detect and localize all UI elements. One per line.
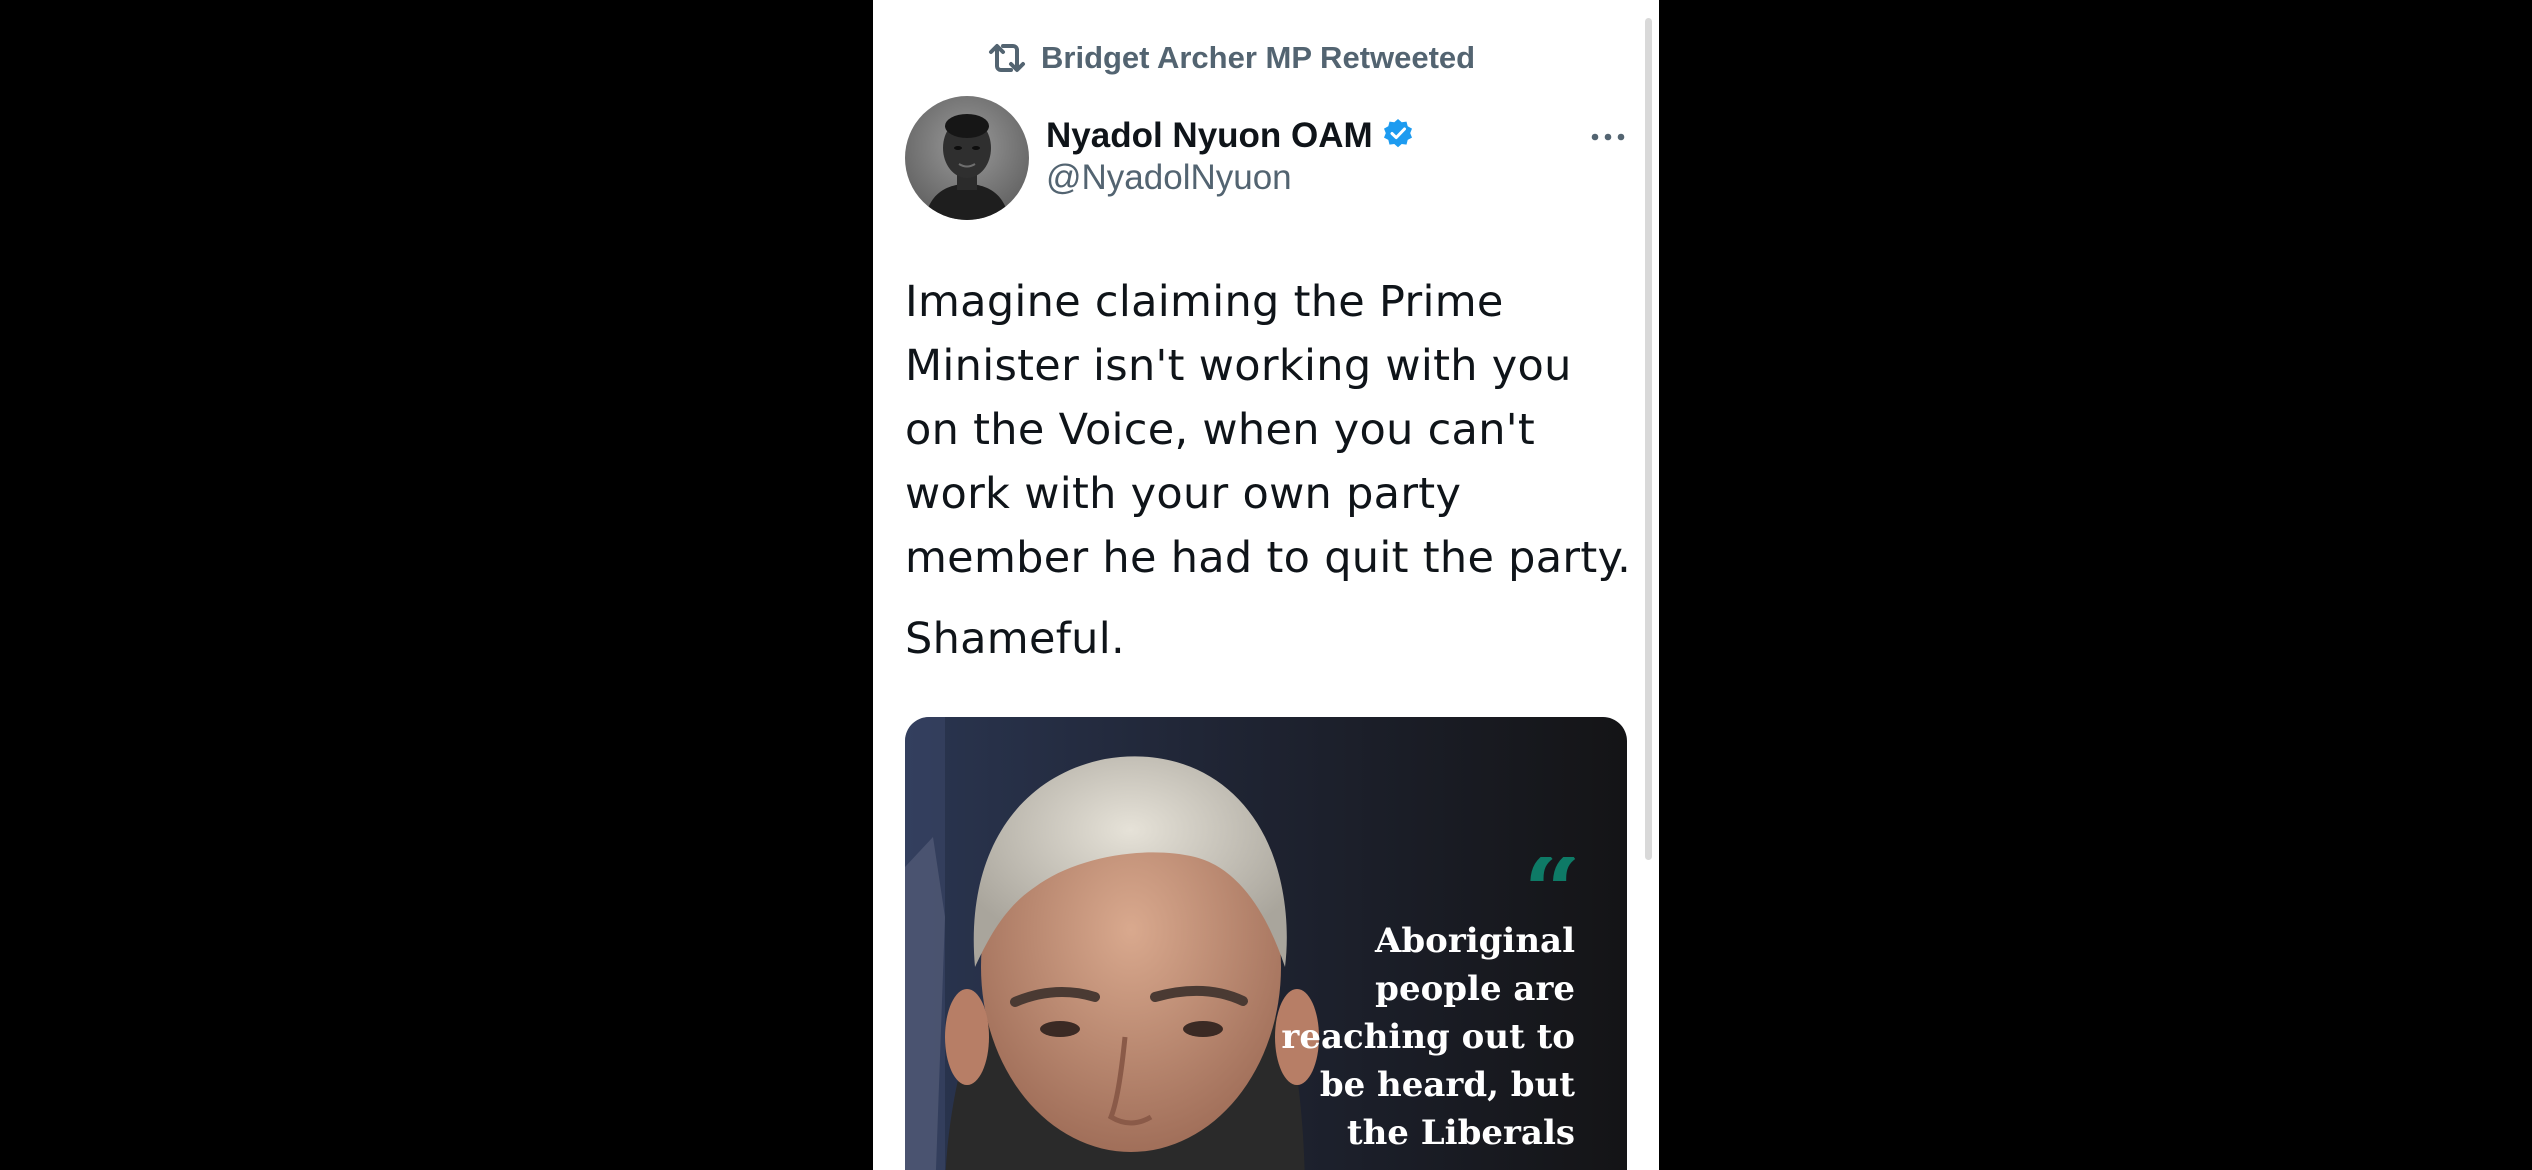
avatar[interactable] xyxy=(905,96,1029,220)
quote-line: Aboriginal xyxy=(1374,921,1575,961)
author-name[interactable]: Nyadol Nyuon OAM xyxy=(1046,116,1373,156)
tweet-text: Imagine claiming the Prime Minister isn'… xyxy=(905,270,1635,671)
quote-line: reaching out to xyxy=(1281,1017,1575,1057)
verified-badge-icon xyxy=(1382,118,1414,155)
author-handle[interactable]: @NyadolNyuon xyxy=(1046,158,1292,198)
media-quote: “ Aboriginal people are reaching out to … xyxy=(1281,857,1575,1157)
retweet-context[interactable]: Bridget Archer MP Retweeted xyxy=(987,38,1475,78)
tweet-media-image[interactable]: “ Aboriginal people are reaching out to … xyxy=(905,717,1627,1170)
tweet-paragraph: Shameful. xyxy=(905,614,1125,664)
more-options-icon xyxy=(1591,128,1625,146)
quote-line: be heard, but xyxy=(1319,1065,1575,1105)
screen: Bridget Archer MP Retweeted Nyadol Nyuon… xyxy=(0,0,2532,1170)
retweet-icon xyxy=(987,40,1027,76)
scrollbar[interactable] xyxy=(1645,18,1652,860)
tweet-paragraph: Imagine claiming the Prime Minister isn'… xyxy=(905,277,1632,583)
quote-line: people are xyxy=(1375,969,1575,1009)
more-options-button[interactable] xyxy=(1588,122,1628,152)
quote-mark: “ xyxy=(1523,857,1575,917)
quote-line: the Liberals xyxy=(1346,1113,1575,1153)
author-name-row[interactable]: Nyadol Nyuon OAM xyxy=(1046,112,1414,160)
retweet-label: Bridget Archer MP Retweeted xyxy=(1041,40,1476,75)
